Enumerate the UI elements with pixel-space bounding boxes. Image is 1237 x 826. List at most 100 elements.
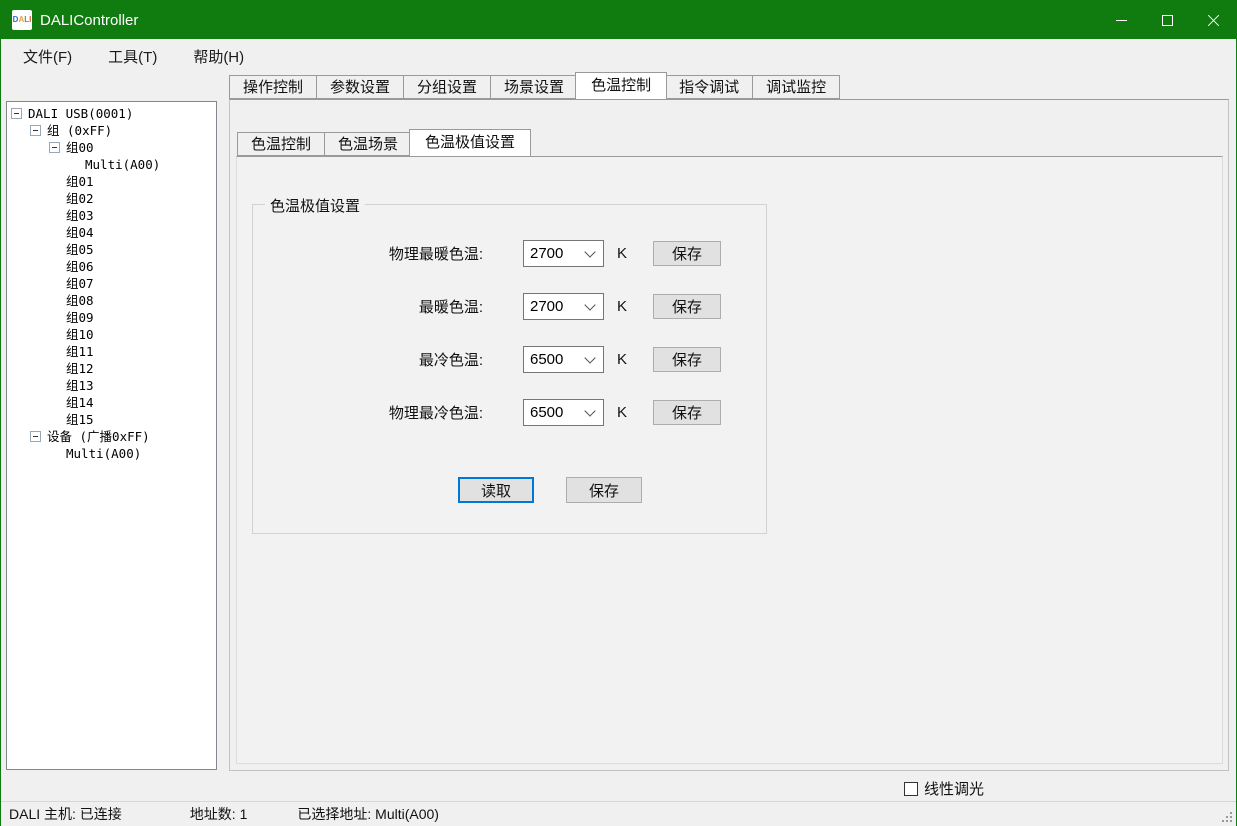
cct-limit-row: 物理最冷色温: 6500 K 保存 — [253, 399, 766, 426]
app-icon: DALI — [12, 10, 32, 30]
tree-node-label: 组05 — [66, 241, 98, 258]
groupbox-title: 色温极值设置 — [265, 195, 365, 216]
main-tab[interactable]: 调试监控 — [752, 75, 840, 99]
tree-node-label: 组04 — [66, 224, 98, 241]
linear-dimming-toggle[interactable]: 线性调光 — [904, 778, 984, 799]
tree-node[interactable]: 组06 — [7, 258, 216, 275]
cct-value-dropdown[interactable]: 2700 — [523, 240, 604, 267]
cct-value: 2700 — [524, 298, 586, 315]
unit-label: K — [617, 245, 627, 262]
sub-tab[interactable]: 色温控制 — [237, 132, 324, 156]
tree-node[interactable]: 组09 — [7, 309, 216, 326]
tree-node[interactable]: 组02 — [7, 190, 216, 207]
sub-tab[interactable]: 色温极值设置 — [409, 129, 531, 156]
chevron-down-icon — [584, 299, 595, 310]
linear-dimming-checkbox[interactable] — [904, 782, 918, 796]
status-selected-address: 已选择地址: Multi(A00) — [297, 804, 439, 824]
row-save-button[interactable]: 保存 — [653, 347, 721, 372]
tree-node-label: 组07 — [66, 275, 98, 292]
window-controls — [1098, 1, 1236, 39]
cct-value: 6500 — [524, 351, 586, 368]
cct-limit-row: 最暖色温: 2700 K 保存 — [253, 293, 766, 320]
sub-tab-strip: 色温控制色温场景色温极值设置 — [237, 129, 529, 156]
status-host: DALI 主机: 已连接 — [9, 804, 122, 824]
tree-node[interactable]: 组00 — [7, 139, 216, 156]
minimize-button[interactable] — [1098, 1, 1144, 39]
menubar: 文件(F)工具(T)帮助(H) — [1, 39, 1236, 73]
unit-label: K — [617, 298, 627, 315]
tree-node[interactable]: 组12 — [7, 360, 216, 377]
field-label: 物理最冷色温: — [253, 402, 483, 423]
expand-collapse-icon[interactable] — [30, 431, 41, 442]
read-button[interactable]: 读取 — [458, 477, 534, 503]
resize-grip[interactable] — [1230, 820, 1232, 822]
tree-node[interactable]: DALI USB(0001) — [7, 105, 216, 122]
tree-node-label: 组00 — [66, 139, 98, 156]
tree-node[interactable]: 设备 (广播0xFF) — [7, 428, 216, 445]
tree-node[interactable]: 组03 — [7, 207, 216, 224]
cct-value-dropdown[interactable]: 2700 — [523, 293, 604, 320]
tree-node[interactable]: 组07 — [7, 275, 216, 292]
tree-node-label: 组12 — [66, 360, 98, 377]
tree-node[interactable]: 组08 — [7, 292, 216, 309]
window-title: DALIController — [40, 12, 138, 29]
menu-item[interactable]: 文件(F) — [9, 40, 86, 73]
tree-node[interactable]: 组11 — [7, 343, 216, 360]
row-save-button[interactable]: 保存 — [653, 294, 721, 319]
tree-node[interactable]: Multi(A00) — [7, 445, 216, 462]
cct-limit-row: 最冷色温: 6500 K 保存 — [253, 346, 766, 373]
linear-dimming-label: 线性调光 — [924, 778, 984, 799]
tree-node-label: 组11 — [66, 343, 98, 360]
tree-node[interactable]: 组13 — [7, 377, 216, 394]
tree-node[interactable]: 组04 — [7, 224, 216, 241]
tree-node[interactable]: 组15 — [7, 411, 216, 428]
main-tab[interactable]: 场景设置 — [490, 75, 577, 99]
row-save-button[interactable]: 保存 — [653, 400, 721, 425]
tree-node[interactable]: Multi(A00) — [7, 156, 216, 173]
expand-collapse-icon[interactable] — [30, 125, 41, 136]
tree-node[interactable]: 组05 — [7, 241, 216, 258]
cct-value-dropdown[interactable]: 6500 — [523, 346, 604, 373]
statusbar: DALI 主机: 已连接 地址数: 1 已选择地址: Multi(A00) — [1, 801, 1236, 826]
main-tab[interactable]: 参数设置 — [316, 75, 403, 99]
unit-label: K — [617, 404, 627, 421]
chevron-down-icon — [584, 352, 595, 363]
save-button[interactable]: 保存 — [566, 477, 642, 503]
expand-collapse-icon[interactable] — [49, 142, 60, 153]
tree-node-label: 组15 — [66, 411, 98, 428]
unit-label: K — [617, 351, 627, 368]
chevron-down-icon — [584, 405, 595, 416]
tree-node-label: 组14 — [66, 394, 98, 411]
status-address-count: 地址数: 1 — [190, 804, 248, 824]
cct-value-dropdown[interactable]: 6500 — [523, 399, 604, 426]
titlebar: DALI DALIController — [1, 1, 1236, 39]
tree-node-label: 组 (0xFF) — [47, 122, 116, 139]
tree-node[interactable]: 组01 — [7, 173, 216, 190]
field-label: 物理最暖色温: — [253, 243, 483, 264]
tree-node-label: 组09 — [66, 309, 98, 326]
main-tab[interactable]: 指令调试 — [665, 75, 752, 99]
tree-node[interactable]: 组14 — [7, 394, 216, 411]
main-tab[interactable]: 色温控制 — [575, 72, 667, 99]
main-tab[interactable]: 操作控制 — [229, 75, 316, 99]
app-icon-letter: I — [29, 16, 31, 24]
sub-tab[interactable]: 色温场景 — [324, 132, 411, 156]
menu-item[interactable]: 工具(T) — [94, 40, 171, 73]
cct-limit-row: 物理最暖色温: 2700 K 保存 — [253, 240, 766, 267]
menu-item[interactable]: 帮助(H) — [179, 40, 258, 73]
maximize-button[interactable] — [1144, 1, 1190, 39]
device-tree[interactable]: DALI USB(0001) 组 (0xFF) 组00 Multi(A00) 组… — [6, 101, 217, 770]
tree-node-label: 组08 — [66, 292, 98, 309]
tree-node-label: 组01 — [66, 173, 98, 190]
cct-limit-rows: 物理最暖色温: 2700 K 保存 最暖色温: 2700 K 保存 — [253, 240, 766, 426]
minimize-icon — [1116, 20, 1127, 21]
tree-node[interactable]: 组 (0xFF) — [7, 122, 216, 139]
main-tab[interactable]: 分组设置 — [403, 75, 490, 99]
tree-node-label: 组06 — [66, 258, 98, 275]
row-save-button[interactable]: 保存 — [653, 241, 721, 266]
chevron-down-icon — [584, 246, 595, 257]
tree-node[interactable]: 组10 — [7, 326, 216, 343]
tree-node-label: 组13 — [66, 377, 98, 394]
close-button[interactable] — [1190, 1, 1236, 39]
expand-collapse-icon[interactable] — [11, 108, 22, 119]
